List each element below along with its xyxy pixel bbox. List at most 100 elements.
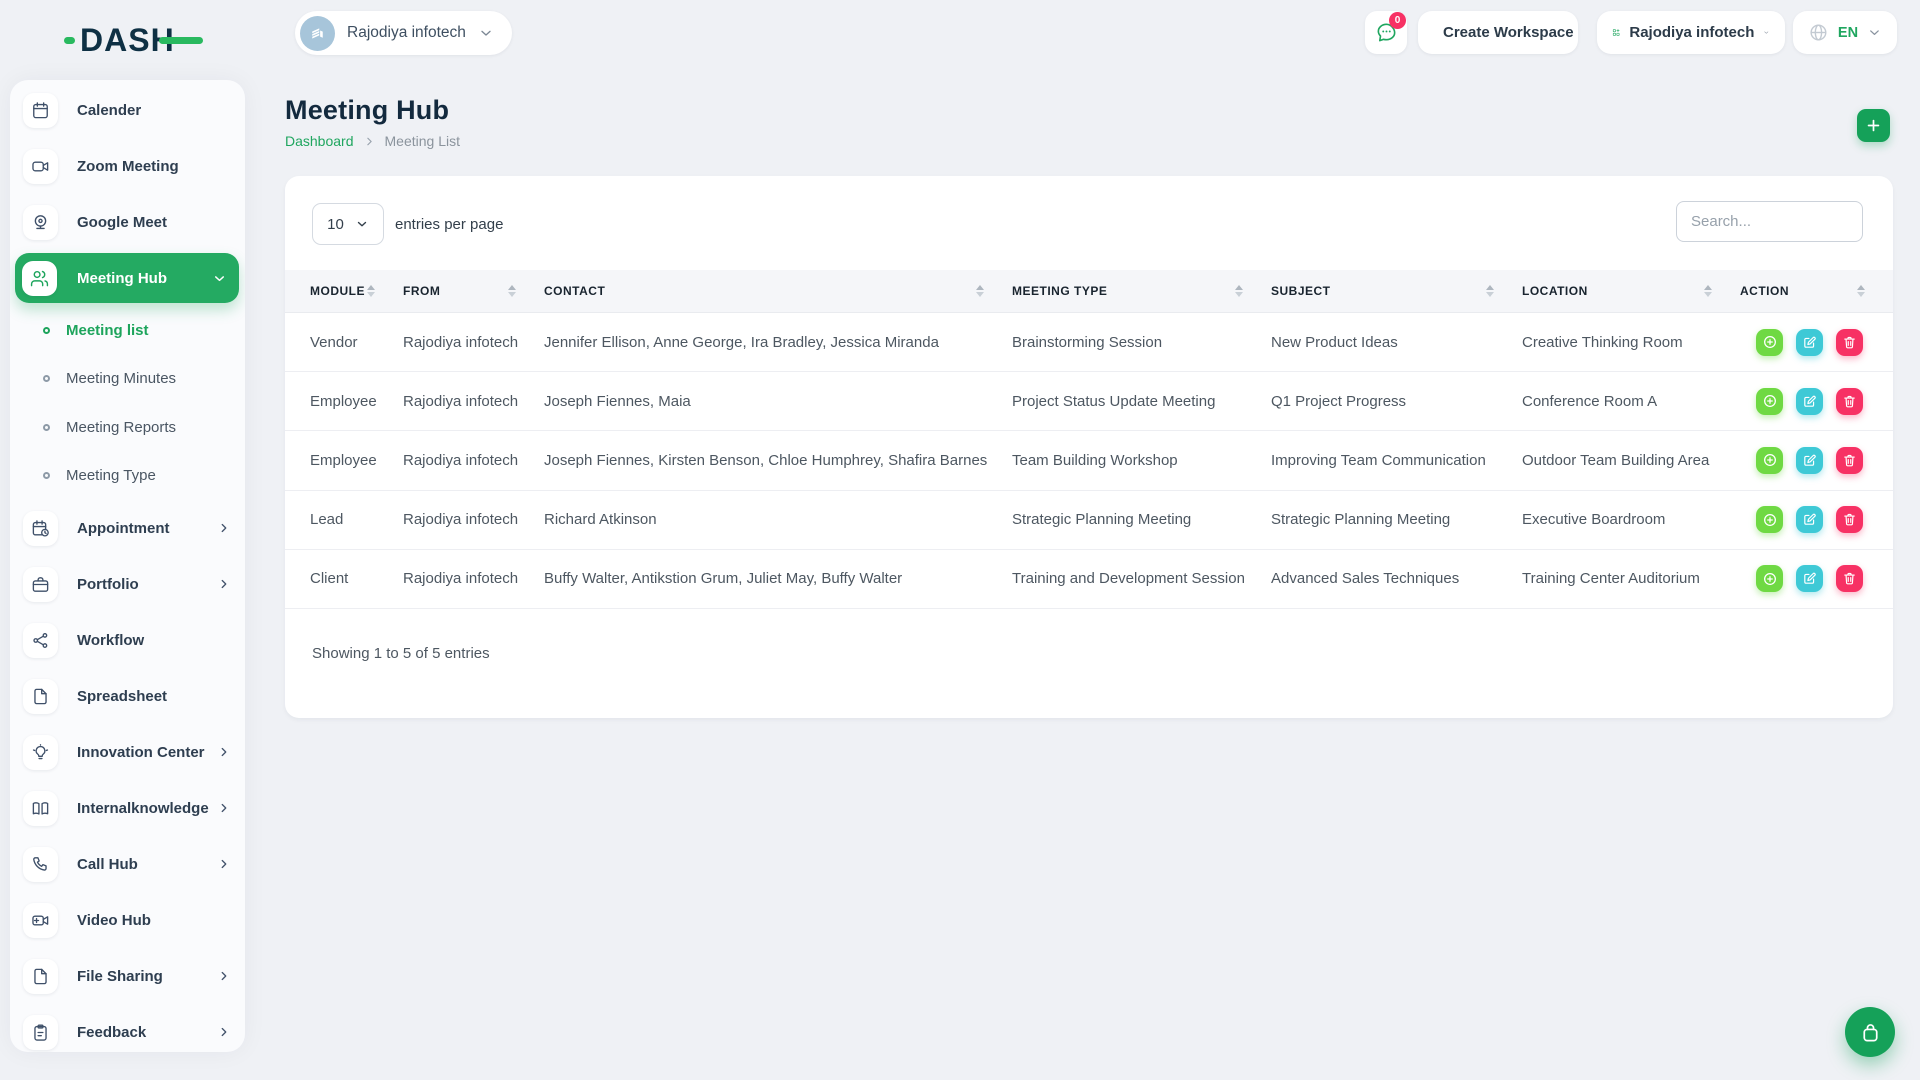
bullet-icon <box>43 472 50 479</box>
entries-per-page-select[interactable]: 10 <box>312 203 384 245</box>
action-edit-button[interactable] <box>1796 388 1823 415</box>
file-icon <box>23 679 58 714</box>
action-add-button[interactable] <box>1756 565 1783 592</box>
sidebar-item-file-sharing[interactable]: File Sharing <box>10 948 245 1004</box>
sidebar-item-spreadsheet[interactable]: Spreadsheet <box>10 668 245 724</box>
phone-icon <box>23 847 58 882</box>
column-header-from[interactable]: FROM <box>403 270 544 312</box>
cell-from: Rajodiya infotech <box>403 511 544 528</box>
book-open-icon <box>23 791 58 826</box>
sidebar-item-internalknowledge[interactable]: Internalknowledge <box>10 780 245 836</box>
sidebar-item-zoom-meeting[interactable]: Zoom Meeting <box>10 138 245 194</box>
search-input[interactable] <box>1676 201 1863 242</box>
action-add-button[interactable] <box>1756 388 1783 415</box>
sidebar-item-label: Zoom Meeting <box>77 158 179 175</box>
breadcrumb: Dashboard Meeting List <box>285 133 460 149</box>
cell-contact: Jennifer Ellison, Anne George, Ira Bradl… <box>544 334 1012 351</box>
chevron-down-icon <box>355 217 369 231</box>
submenu-item-label: Meeting list <box>66 322 149 339</box>
column-header-meeting-type[interactable]: MEETING TYPE <box>1012 270 1271 312</box>
sidebar-item-feedback[interactable]: Feedback <box>10 1004 245 1052</box>
cell-from: Rajodiya infotech <box>403 452 544 469</box>
cell-location: Training Center Auditorium <box>1522 570 1740 587</box>
column-header-contact[interactable]: CONTACT <box>544 270 1012 312</box>
chevron-right-icon <box>217 577 231 591</box>
action-edit-button[interactable] <box>1796 329 1823 356</box>
sidebar-item-label: Calender <box>77 102 141 119</box>
cell-meeting-type: Training and Development Session <box>1012 570 1271 587</box>
action-delete-button[interactable] <box>1836 329 1863 356</box>
sidebar-item-workflow[interactable]: Workflow <box>10 612 245 668</box>
video-camera-icon <box>23 149 58 184</box>
shop-fab-button[interactable] <box>1845 1007 1895 1057</box>
action-add-button[interactable] <box>1756 506 1783 533</box>
cell-from: Rajodiya infotech <box>403 393 544 410</box>
cell-meeting-type: Strategic Planning Meeting <box>1012 511 1271 528</box>
messages-button[interactable]: 0 <box>1365 11 1407 54</box>
chevron-right-icon <box>217 1025 231 1039</box>
workspace-selector[interactable]: Rajodiya infotech <box>295 11 512 55</box>
cell-from: Rajodiya infotech <box>403 570 544 587</box>
column-header-location[interactable]: LOCATION <box>1522 270 1740 312</box>
table-summary: Showing 1 to 5 of 5 entries <box>312 645 490 662</box>
grid-plus-icon <box>1612 23 1620 42</box>
cell-actions <box>1740 506 1893 533</box>
column-header-action[interactable]: ACTION <box>1740 270 1893 312</box>
action-delete-button[interactable] <box>1836 388 1863 415</box>
create-workspace-button[interactable]: Create Workspace <box>1418 11 1578 54</box>
cell-meeting-type: Team Building Workshop <box>1012 452 1271 469</box>
sidebar-item-video-hub[interactable]: Video Hub <box>10 892 245 948</box>
sidebar-item-appointment[interactable]: Appointment <box>10 500 245 556</box>
sort-icon <box>508 285 516 297</box>
submenu-item-meeting-reports[interactable]: Meeting Reports <box>10 403 245 452</box>
sidebar-item-label: Workflow <box>77 632 144 649</box>
sidebar-item-innovation-center[interactable]: Innovation Center <box>10 724 245 780</box>
submenu-item-meeting-type[interactable]: Meeting Type <box>10 452 245 501</box>
column-header-module[interactable]: MODULE <box>310 270 403 312</box>
cell-location: Executive Boardroom <box>1522 511 1740 528</box>
globe-icon <box>1808 22 1829 43</box>
edit-pencil-icon <box>1802 512 1817 527</box>
action-add-button[interactable] <box>1756 447 1783 474</box>
lightbulb-icon <box>23 735 58 770</box>
breadcrumb-dashboard-link[interactable]: Dashboard <box>285 133 354 149</box>
app-logo[interactable]: DASH <box>64 21 203 59</box>
table-header-row: MODULE FROM CONTACT MEETING TYPE SUBJECT… <box>285 270 1893 313</box>
submenu-item-label: Meeting Minutes <box>66 370 176 387</box>
plus-circle-icon <box>1762 334 1778 350</box>
topbar-actions: 0 Create Workspace Rajodiya infotech EN <box>1365 11 1897 54</box>
cell-from: Rajodiya infotech <box>403 334 544 351</box>
action-edit-button[interactable] <box>1796 506 1823 533</box>
sidebar: Calender Zoom Meeting Google Meet Meetin… <box>10 80 245 1052</box>
share-branch-icon <box>23 623 58 658</box>
submenu-item-meeting-list[interactable]: Meeting list <box>10 306 245 355</box>
company-menu-button[interactable]: Rajodiya infotech <box>1597 11 1785 54</box>
cell-module: Employee <box>310 393 403 410</box>
submenu-item-meeting-minutes[interactable]: Meeting Minutes <box>10 355 245 404</box>
sidebar-item-call-hub[interactable]: Call Hub <box>10 836 245 892</box>
cell-actions <box>1740 447 1893 474</box>
language-menu-button[interactable]: EN <box>1793 11 1897 54</box>
clipboard-icon <box>23 1015 58 1050</box>
sidebar-item-label: Spreadsheet <box>77 688 167 705</box>
action-edit-button[interactable] <box>1796 447 1823 474</box>
cell-contact: Joseph Fiennes, Kirsten Benson, Chloe Hu… <box>544 452 1012 469</box>
sidebar-item-google-meet[interactable]: Google Meet <box>10 194 245 250</box>
chevron-right-icon <box>217 857 231 871</box>
chevron-down-icon <box>1867 25 1882 40</box>
logo-dash-icon <box>64 37 75 44</box>
action-delete-button[interactable] <box>1836 565 1863 592</box>
sidebar-item-meeting-hub[interactable]: Meeting Hub <box>15 253 239 303</box>
sidebar-item-portfolio[interactable]: Portfolio <box>10 556 245 612</box>
sidebar-item-calender[interactable]: Calender <box>10 82 245 138</box>
action-add-button[interactable] <box>1756 329 1783 356</box>
trash-icon <box>1842 453 1857 468</box>
action-edit-button[interactable] <box>1796 565 1823 592</box>
column-header-subject[interactable]: SUBJECT <box>1271 270 1522 312</box>
bullet-icon <box>43 375 50 382</box>
action-delete-button[interactable] <box>1836 447 1863 474</box>
submenu-item-label: Meeting Reports <box>66 419 176 436</box>
table-row: Lead Rajodiya infotech Richard Atkinson … <box>285 491 1893 550</box>
action-delete-button[interactable] <box>1836 506 1863 533</box>
add-meeting-button[interactable] <box>1857 109 1890 142</box>
